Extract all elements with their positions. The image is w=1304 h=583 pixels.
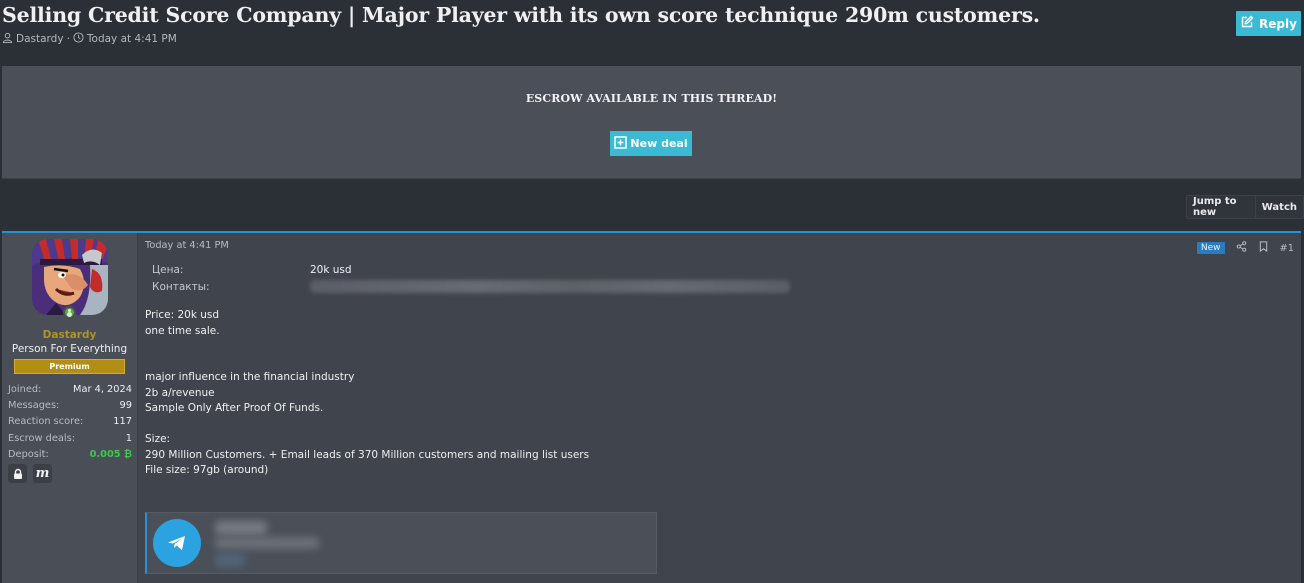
lock-icon[interactable] bbox=[8, 464, 27, 483]
deposit-value: 0.005 ₿ bbox=[89, 448, 132, 460]
stat-value[interactable]: 99 bbox=[120, 400, 132, 411]
reply-button[interactable]: Reply bbox=[1236, 11, 1301, 36]
stat-label: Reaction score: bbox=[8, 416, 84, 428]
escrow-notice: ESCROW AVAILABLE IN THIS THREAD! New dea… bbox=[2, 66, 1301, 179]
field-label: Контакты: bbox=[152, 280, 210, 293]
field-value: 20k usd bbox=[310, 263, 352, 276]
stat-label: Escrow deals: bbox=[8, 432, 75, 444]
stat-label: Deposit: bbox=[8, 448, 49, 460]
escrow-title: ESCROW AVAILABLE IN THIS THREAD! bbox=[525, 92, 778, 105]
meta-separator: · bbox=[66, 33, 70, 45]
share-icon[interactable] bbox=[1236, 241, 1247, 255]
clock-icon bbox=[73, 32, 84, 46]
post-user-sidebar: Dastardy Person For Everything Premium J… bbox=[2, 233, 138, 583]
stat-escrow-deals: Escrow deals: 1 bbox=[8, 430, 132, 446]
user-stats: Joined: Mar 4, 2024 Messages: 99 Reactio… bbox=[8, 381, 132, 462]
blurred-contacts-value bbox=[310, 280, 790, 293]
stat-label: Messages: bbox=[8, 399, 60, 411]
telegram-icon bbox=[153, 519, 201, 567]
body-line: Size: bbox=[145, 433, 171, 445]
user-badges: m bbox=[8, 464, 52, 483]
new-deal-button[interactable]: New deal bbox=[610, 131, 692, 156]
stat-label: Joined: bbox=[8, 383, 42, 395]
thread-title: Selling Credit Score Company | Major Pla… bbox=[2, 3, 1040, 27]
edit-icon bbox=[1240, 15, 1254, 32]
post: Dastardy Person For Everything Premium J… bbox=[2, 231, 1301, 583]
stat-reaction-score: Reaction score: 117 bbox=[8, 414, 132, 430]
premium-banner: Premium bbox=[14, 359, 125, 374]
body-line: File size: 97gb (around) bbox=[145, 464, 269, 476]
body-line: major influence in the financial industr… bbox=[145, 371, 355, 383]
post-number-link[interactable]: #1 bbox=[1280, 243, 1294, 254]
field-label: Цена: bbox=[152, 263, 184, 276]
watch-button[interactable]: Watch bbox=[1254, 196, 1303, 218]
blurred-telegram-link bbox=[215, 553, 245, 567]
online-status-indicator bbox=[63, 306, 76, 319]
custom-fields: Цена: 20k usd Контакты: bbox=[152, 261, 790, 295]
bookmark-icon[interactable] bbox=[1258, 241, 1269, 255]
stat-value: 1 bbox=[125, 432, 132, 444]
blurred-telegram-description bbox=[215, 537, 319, 549]
body-line: Sample Only After Proof Of Funds. bbox=[145, 402, 324, 414]
thread-date-link[interactable]: Today at 4:41 PM bbox=[87, 33, 177, 45]
body-line: 290 Million Customers. + Email leads of … bbox=[145, 448, 590, 461]
post-content: Today at 4:41 PM New #1 Цена: 20k usd Ко… bbox=[139, 233, 1301, 583]
field-contacts: Контакты: bbox=[152, 278, 790, 295]
body-line: 2b a/revenue bbox=[145, 386, 215, 399]
stat-deposit: Deposit: 0.005 ₿ bbox=[8, 446, 132, 462]
plus-square-icon bbox=[614, 135, 628, 152]
avatar[interactable] bbox=[32, 239, 108, 315]
body-line: one time sale. bbox=[145, 324, 220, 337]
stat-joined: Joined: Mar 4, 2024 bbox=[8, 381, 132, 397]
new-deal-label: New deal bbox=[630, 137, 688, 150]
thread-actions: Jump to new Watch bbox=[1186, 195, 1304, 219]
jump-to-new-button[interactable]: Jump to new bbox=[1187, 196, 1255, 218]
reply-label: Reply bbox=[1259, 16, 1297, 31]
thread-meta: Dastardy · Today at 4:41 PM bbox=[2, 32, 177, 46]
m-icon[interactable]: m bbox=[33, 464, 52, 483]
thread-author-link[interactable]: Dastardy bbox=[16, 33, 64, 45]
post-username[interactable]: Dastardy bbox=[2, 329, 137, 341]
user-title: Person For Everything bbox=[11, 343, 128, 355]
post-body: Price: 20k usd one time sale. major infl… bbox=[145, 308, 589, 479]
telegram-embed[interactable] bbox=[145, 512, 657, 574]
body-line: Price: 20k usd bbox=[145, 309, 220, 321]
user-icon bbox=[2, 32, 13, 46]
stat-value: 117 bbox=[113, 416, 132, 428]
post-actions: New #1 bbox=[1196, 241, 1294, 255]
blurred-telegram-name bbox=[215, 521, 267, 535]
post-date-link[interactable]: Today at 4:41 PM bbox=[145, 240, 229, 251]
field-price: Цена: 20k usd bbox=[152, 261, 790, 278]
stat-messages: Messages: 99 bbox=[8, 397, 132, 413]
new-badge: New bbox=[1196, 242, 1225, 254]
stat-value: Mar 4, 2024 bbox=[73, 383, 132, 395]
